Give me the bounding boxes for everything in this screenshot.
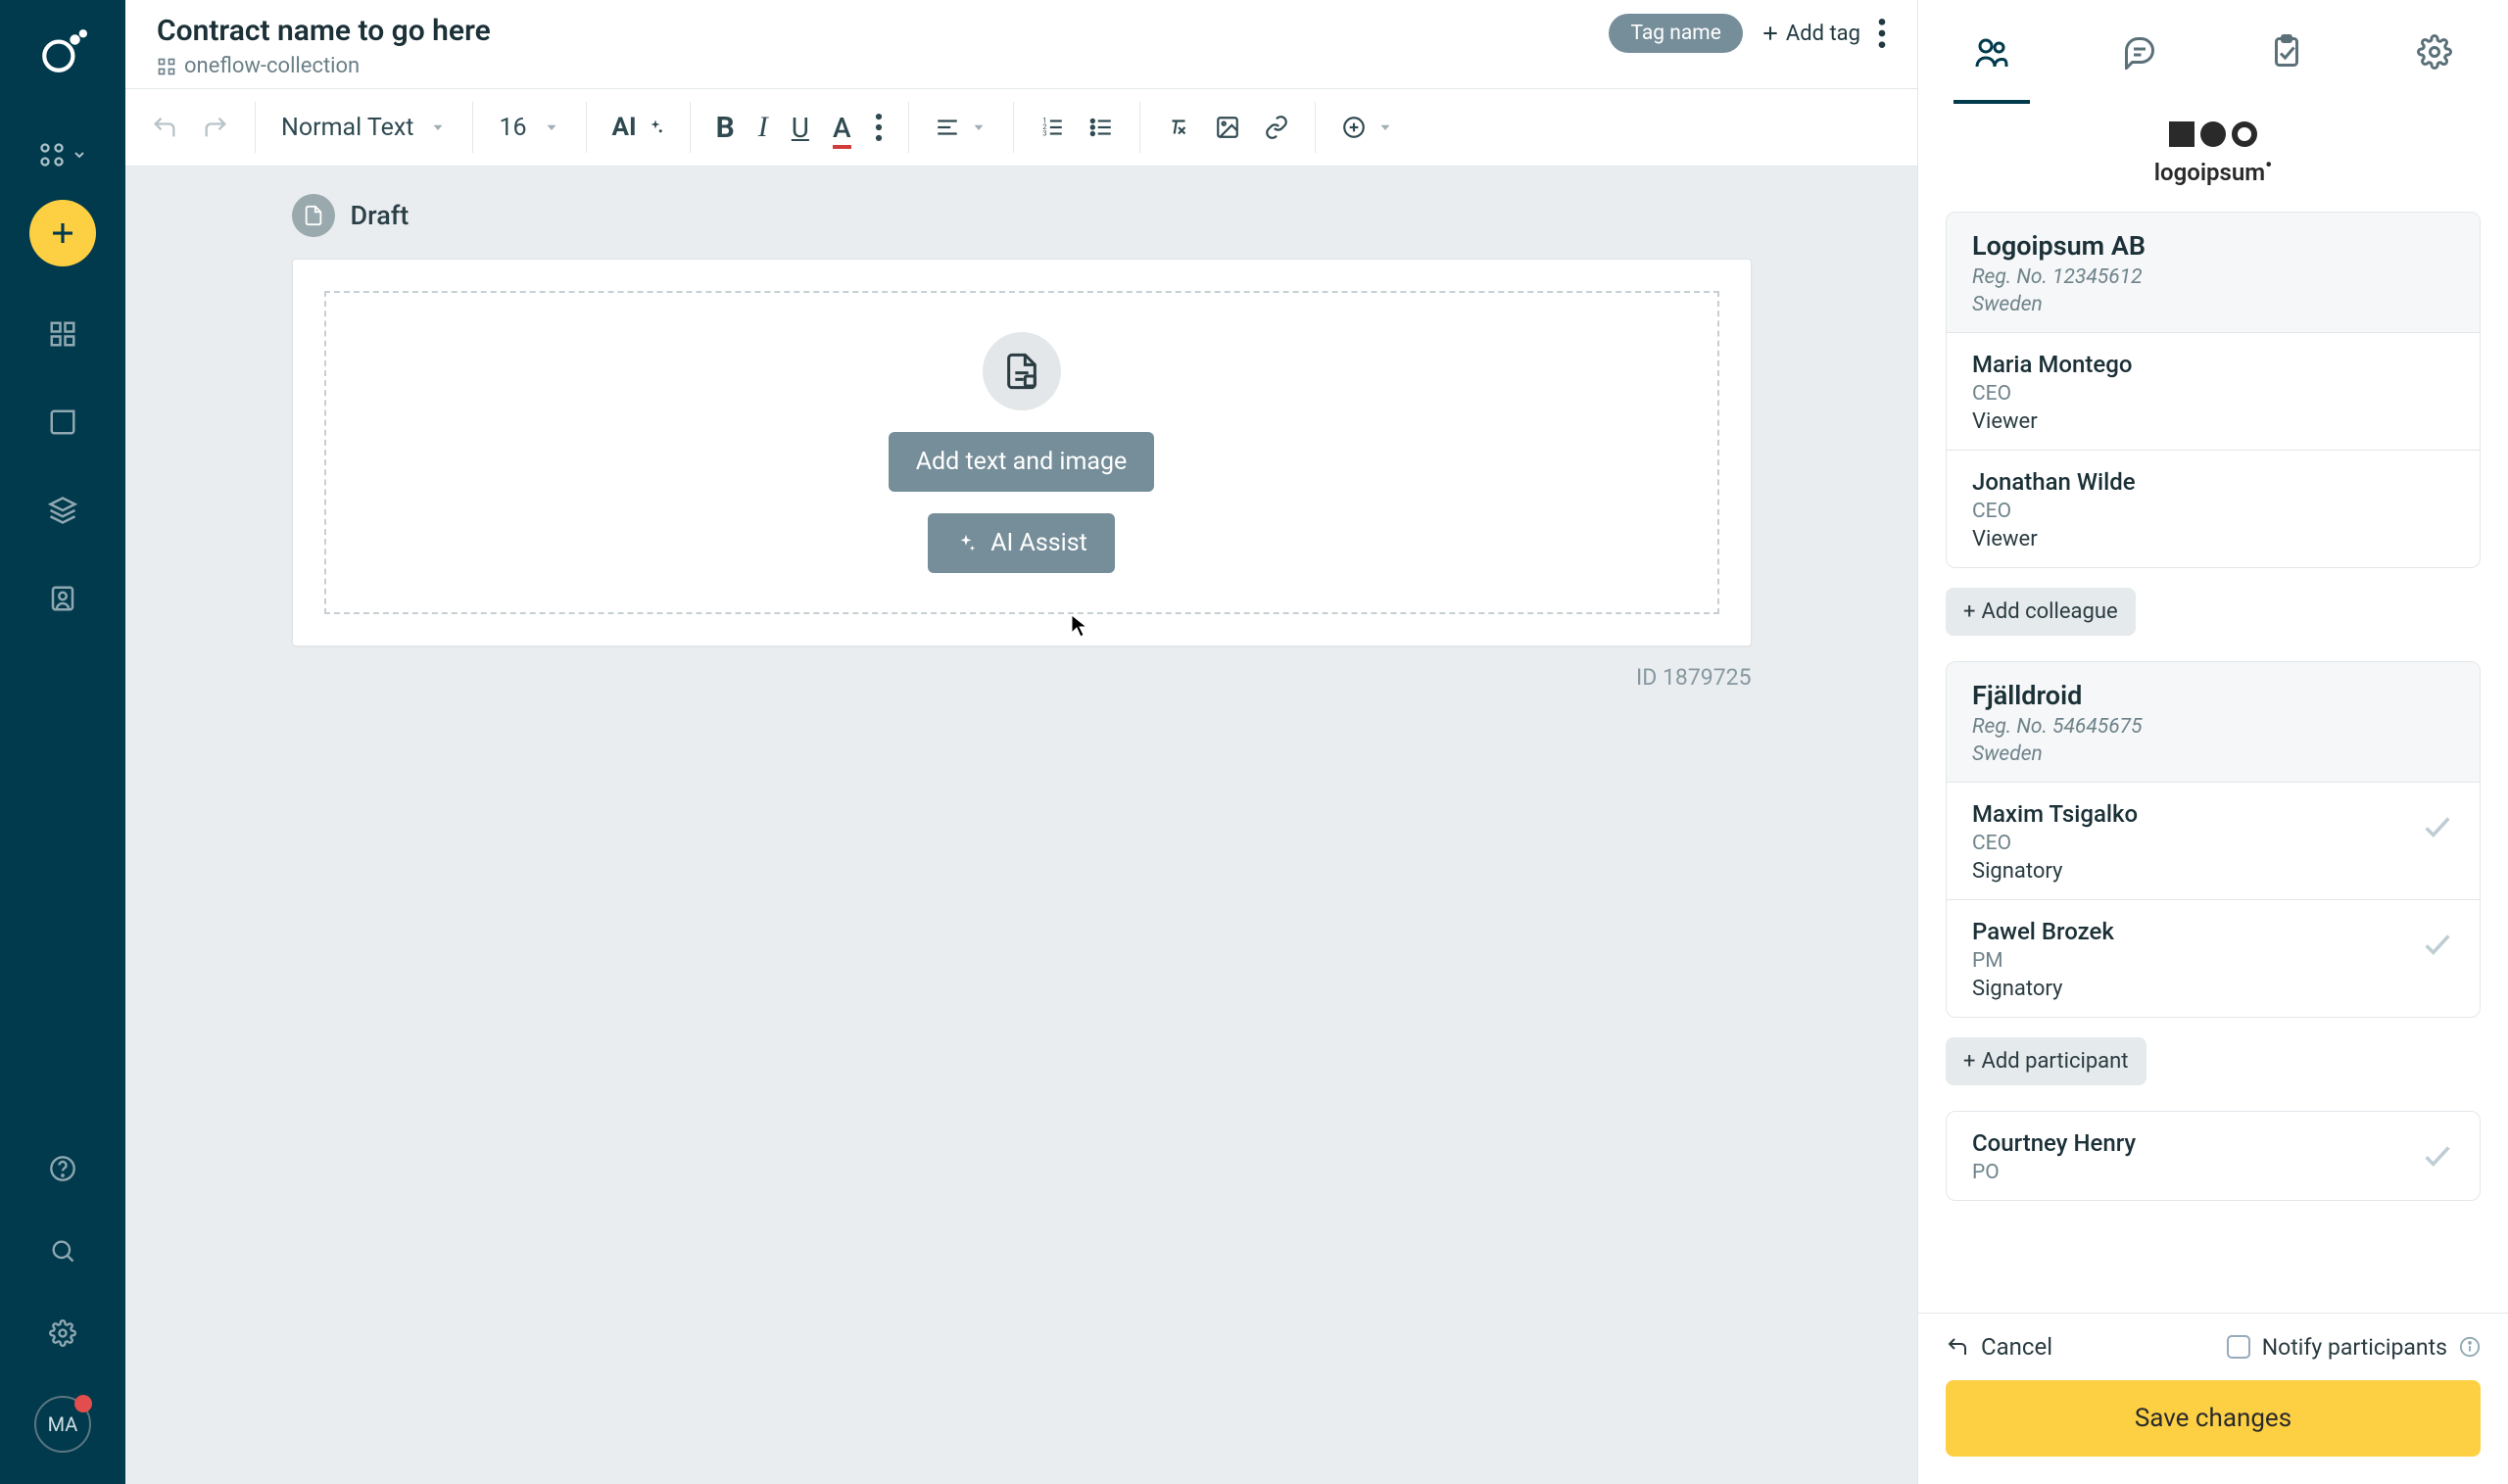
plus-icon [1760, 24, 1780, 43]
document-header: Contract name to go here oneflow-collect… [125, 0, 1917, 88]
tab-participants[interactable] [1918, 0, 2066, 104]
canvas: Draft Add text and image AI Assist ID 18… [125, 167, 1917, 1484]
bullet-list-button[interactable] [1088, 115, 1114, 140]
participant-row[interactable]: Courtney Henry PO [1947, 1112, 2480, 1200]
primary-nav [48, 319, 77, 613]
add-participant-button[interactable]: + Add participant [1946, 1037, 2146, 1085]
tab-settings[interactable] [2361, 0, 2508, 104]
add-text-image-button[interactable]: Add text and image [889, 432, 1155, 492]
nav-help[interactable] [49, 1155, 76, 1182]
cancel-button[interactable]: Cancel [1946, 1333, 2052, 1361]
people-icon [1974, 34, 2009, 70]
tab-audit[interactable] [2213, 0, 2361, 104]
avatar-initials: MA [48, 1412, 78, 1436]
app-sidebar: MA [0, 0, 125, 1484]
add-colleague-button[interactable]: + Add colleague [1946, 588, 2136, 636]
image-button[interactable] [1215, 115, 1240, 140]
secondary-nav [49, 1155, 76, 1347]
svg-text:3: 3 [1042, 129, 1046, 138]
link-button[interactable] [1264, 115, 1289, 140]
collection-name: oneflow-collection [184, 54, 360, 78]
nav-settings[interactable] [49, 1319, 76, 1347]
chevron-down-icon [970, 119, 988, 136]
participant-row[interactable]: Maria Montego CEO Viewer [1947, 332, 2480, 450]
document-placeholder-icon [983, 332, 1061, 410]
participants-panel: logoipsum• Logoipsum AB Reg. No. 1234561… [1918, 0, 2508, 1484]
text-style-select[interactable]: Normal Text [281, 114, 447, 142]
italic-button[interactable]: I [758, 111, 768, 144]
app-logo [38, 27, 87, 76]
redo-button[interactable] [202, 114, 229, 141]
undo-button[interactable] [151, 114, 178, 141]
undo-icon [1946, 1335, 1969, 1359]
company-card: Logoipsum AB Reg. No. 12345612 Sweden Ma… [1946, 212, 2481, 568]
notification-dot [74, 1395, 92, 1412]
create-button[interactable] [29, 200, 96, 266]
chevron-down-icon [1376, 119, 1394, 136]
sparkle-icon [955, 533, 977, 554]
checkbox[interactable] [2227, 1335, 2250, 1359]
signatory-check-icon [2421, 1129, 2454, 1173]
document-id: ID 1879725 [292, 664, 1752, 691]
signatory-check-icon [2421, 800, 2454, 843]
insert-button[interactable] [1341, 115, 1394, 140]
bold-button[interactable]: B [716, 111, 735, 145]
align-button[interactable] [935, 115, 988, 140]
participant-row[interactable]: Maxim Tsigalko CEO Signatory [1947, 782, 2480, 899]
sparkle-icon [647, 119, 664, 136]
notify-participants-toggle[interactable]: Notify participants [2227, 1334, 2481, 1361]
nav-search[interactable] [49, 1237, 76, 1265]
nav-dashboard[interactable] [48, 319, 77, 349]
font-size-select[interactable]: 16 [499, 114, 559, 142]
save-changes-button[interactable]: Save changes [1946, 1380, 2481, 1457]
collection-icon [157, 57, 176, 76]
chat-icon [2122, 34, 2157, 70]
company-card: Courtney Henry PO [1946, 1111, 2481, 1201]
underline-button[interactable]: U [792, 112, 809, 144]
company-header[interactable]: Logoipsum AB Reg. No. 12345612 Sweden [1947, 213, 2480, 332]
participant-row[interactable]: Jonathan Wilde CEO Viewer [1947, 450, 2480, 567]
empty-content-drop[interactable]: Add text and image AI Assist [324, 291, 1719, 614]
nav-templates[interactable] [48, 496, 77, 525]
workspace-switcher[interactable] [38, 141, 87, 168]
gear-icon [2417, 34, 2452, 70]
text-color-button[interactable]: A [833, 112, 851, 144]
nav-contacts[interactable] [48, 584, 77, 613]
participant-row[interactable]: Pawel Brozek PM Signatory [1947, 899, 2480, 1017]
collection-link[interactable]: oneflow-collection [157, 54, 1609, 78]
ai-assist-button[interactable]: AI Assist [928, 513, 1115, 573]
status-label: Draft [351, 200, 410, 231]
document-title[interactable]: Contract name to go here [157, 14, 1609, 48]
editor-area: Contract name to go here oneflow-collect… [125, 0, 1918, 1484]
status-badge [292, 194, 335, 237]
user-avatar[interactable]: MA [34, 1396, 91, 1453]
nav-documents[interactable] [48, 407, 77, 437]
panel-tabs [1918, 0, 2508, 104]
add-tag-button[interactable]: Add tag [1760, 22, 1860, 46]
chevron-down-icon [543, 119, 560, 136]
info-icon[interactable] [2459, 1336, 2481, 1358]
panel-footer: Cancel Notify participants Save changes [1918, 1313, 2508, 1484]
document-page: Add text and image AI Assist [292, 259, 1752, 646]
document-menu[interactable] [1878, 19, 1886, 48]
tag-chip[interactable]: Tag name [1609, 14, 1742, 53]
company-card: Fjälldroid Reg. No. 54645675 Sweden Maxi… [1946, 661, 2481, 1018]
chevron-down-icon [429, 119, 447, 136]
ai-button[interactable]: AI [612, 113, 664, 142]
editor-toolbar: Normal Text 16 AI B I U A 123 [125, 88, 1917, 167]
more-format-button[interactable] [875, 114, 883, 141]
company-header[interactable]: Fjälldroid Reg. No. 54645675 Sweden [1947, 662, 2480, 782]
clipboard-icon [2269, 34, 2304, 70]
clear-format-button[interactable] [1166, 115, 1191, 140]
tab-messages[interactable] [2066, 0, 2214, 104]
signatory-check-icon [2421, 918, 2454, 961]
ordered-list-button[interactable]: 123 [1039, 115, 1065, 140]
counterparty-logo: logoipsum• [1946, 121, 2481, 186]
